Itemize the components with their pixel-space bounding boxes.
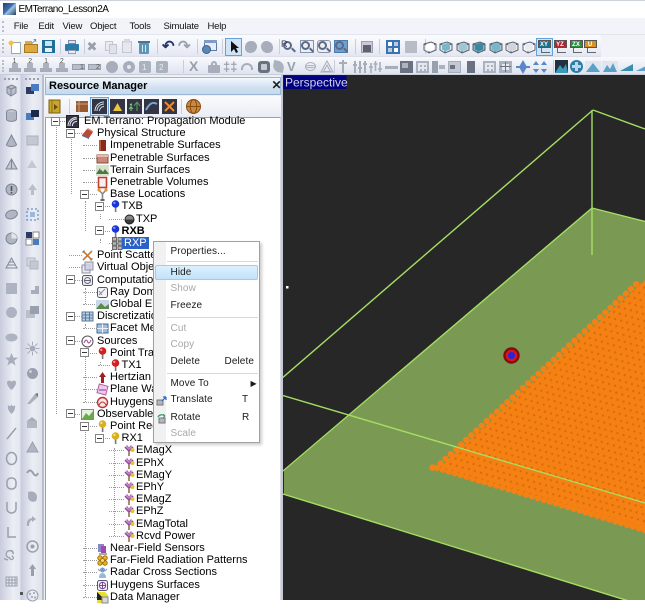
- svg-text:Perspective: Perspective: [285, 76, 348, 90]
